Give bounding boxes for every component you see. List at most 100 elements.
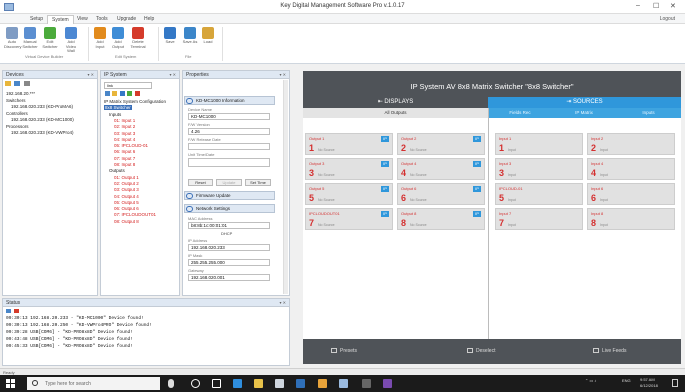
ip-tree-item[interactable]: 03: Output 3 bbox=[114, 187, 139, 192]
output-card[interactable]: Output 6 6 No Source IP bbox=[397, 183, 485, 205]
mail-icon[interactable] bbox=[296, 379, 305, 388]
output-card[interactable]: Output 1 1 No Source IP bbox=[305, 133, 393, 155]
refresh-icon[interactable] bbox=[14, 81, 21, 86]
ip-tree-item[interactable]: 02: Input 2 bbox=[114, 124, 135, 129]
pin-icon[interactable]: ▾ ✕ bbox=[280, 300, 286, 305]
output-card[interactable]: IPCLOUDOUT01 7 No Source IP bbox=[305, 208, 393, 230]
ip-tree-item[interactable]: 08: Input 8 bbox=[114, 162, 135, 167]
set-time-button[interactable]: Set Time bbox=[245, 179, 271, 186]
app-icon[interactable] bbox=[318, 379, 327, 388]
tray-icons[interactable]: ⌃ ▭ ♪ bbox=[585, 378, 596, 383]
update-time-button[interactable]: Update bbox=[216, 179, 242, 186]
device-tree-item[interactable]: Controllers bbox=[6, 111, 28, 116]
subtab-source-2[interactable]: IP Matrix bbox=[552, 108, 616, 118]
output-card[interactable]: Output 4 4 No Source IP bbox=[397, 158, 485, 180]
section-device-information[interactable]: KD-MC1000 Information bbox=[184, 96, 275, 105]
section-network-settings[interactable]: Network Settings bbox=[184, 204, 275, 213]
stop-log-icon[interactable] bbox=[14, 309, 20, 313]
presets-button[interactable]: Presets bbox=[331, 348, 357, 354]
output-card[interactable]: Output 3 3 No Source IP bbox=[305, 158, 393, 180]
input-card[interactable]: IPCLOUD-01 5 Input bbox=[495, 183, 583, 205]
pin-icon[interactable]: ▾ ✕ bbox=[280, 72, 286, 77]
edge-icon[interactable] bbox=[233, 379, 242, 388]
load-button[interactable]: Load bbox=[200, 27, 216, 45]
save-button[interactable]: Save bbox=[162, 27, 178, 45]
input-card[interactable]: Input 6 6 Input bbox=[587, 183, 675, 205]
tab-help[interactable]: Help bbox=[140, 15, 158, 24]
save-icon[interactable] bbox=[119, 91, 125, 96]
add-input-button[interactable]: Add Input bbox=[92, 27, 108, 49]
edit-switcher-button[interactable]: Edit Switcher bbox=[42, 27, 58, 49]
delete-button[interactable]: Delete Terminal bbox=[130, 27, 146, 49]
output-card[interactable]: Output 2 2 No Source IP bbox=[397, 133, 485, 155]
ip-tree-item[interactable]: 06: Output 6 bbox=[114, 206, 139, 211]
settings-icon[interactable] bbox=[23, 81, 30, 86]
output-card[interactable]: Output 8 8 No Source IP bbox=[397, 208, 485, 230]
microphone-icon[interactable] bbox=[168, 379, 174, 388]
language-indicator[interactable]: ENG bbox=[622, 378, 631, 383]
input-card[interactable]: Input 2 2 Input bbox=[587, 133, 675, 155]
open-icon[interactable] bbox=[112, 91, 118, 96]
input-card[interactable]: Input 8 8 Input bbox=[587, 208, 675, 230]
photos-icon[interactable] bbox=[362, 379, 371, 388]
cortana-icon[interactable] bbox=[191, 379, 200, 388]
device-tree-item[interactable]: 192.168.20.*** bbox=[6, 91, 35, 96]
windows-start-icon[interactable] bbox=[6, 379, 16, 388]
minimize-button[interactable]: – bbox=[636, 2, 640, 9]
ip-tree-item[interactable]: Outputs bbox=[109, 168, 125, 173]
device-tree-item[interactable]: Switchers bbox=[6, 98, 26, 103]
manual-switcher-button[interactable]: Manual Switcher bbox=[22, 27, 38, 49]
ip-address-field[interactable]: 192.168.020.233 bbox=[188, 244, 270, 251]
device-tree-item[interactable]: Processors bbox=[6, 124, 29, 129]
system-select[interactable]: link bbox=[104, 82, 152, 89]
input-card[interactable]: Input 1 1 Input bbox=[495, 133, 583, 155]
unit-time-field[interactable] bbox=[188, 158, 270, 167]
clock-time[interactable]: 9:57 AM bbox=[640, 377, 655, 382]
task-view-icon[interactable] bbox=[212, 379, 221, 388]
ip-tree-item[interactable]: 06: Input 6 bbox=[114, 149, 135, 154]
save-as-button[interactable]: Save As bbox=[182, 27, 198, 45]
tab-setup[interactable]: Setup bbox=[26, 15, 47, 24]
taskbar-search[interactable]: Type here for search bbox=[27, 377, 160, 390]
ip-tree-item[interactable]: 05: IPCLOUD-01 bbox=[114, 143, 148, 148]
remove-icon[interactable] bbox=[134, 91, 140, 96]
reset-button[interactable]: Reset bbox=[188, 179, 213, 186]
store-icon[interactable] bbox=[275, 379, 284, 388]
add-icon[interactable] bbox=[127, 91, 133, 96]
output-card[interactable]: Output 5 5 No Source IP bbox=[305, 183, 393, 205]
pin-icon[interactable]: ▾ ✕ bbox=[88, 72, 94, 77]
live-feeds-button[interactable]: Live Feeds bbox=[593, 348, 626, 354]
ip-tree-item[interactable]: 05: Output 5 bbox=[114, 200, 139, 205]
ip-tree-item[interactable]: 8x8 Switcher bbox=[104, 105, 132, 111]
device-name-field[interactable]: KD-MC1000 bbox=[188, 113, 270, 120]
subtab-all-outputs[interactable]: All Outputs bbox=[303, 108, 488, 118]
ip-tree-item[interactable]: Inputs bbox=[109, 112, 121, 117]
file-explorer-icon[interactable] bbox=[254, 379, 263, 388]
ip-tree-item[interactable]: IP Matrix System Configuration bbox=[104, 99, 166, 104]
tab-displays[interactable]: ⇤ DISPLAYS bbox=[303, 97, 488, 108]
video-wall-button[interactable]: Add Video Wall bbox=[63, 27, 79, 54]
properties-scrollbar[interactable] bbox=[283, 80, 288, 294]
tab-system[interactable]: System bbox=[47, 15, 74, 24]
close-button[interactable]: ✕ bbox=[670, 2, 676, 10]
notification-icon[interactable] bbox=[672, 379, 678, 387]
add-output-button[interactable]: Add Output bbox=[110, 27, 126, 49]
ip-tree-item[interactable]: 02: Output 2 bbox=[114, 181, 139, 186]
folder-icon[interactable] bbox=[5, 81, 11, 86]
tab-upgrade[interactable]: Upgrade bbox=[113, 15, 140, 24]
device-tree-item[interactable]: 192.168.020.233 (KD-ProMA6) bbox=[11, 104, 73, 109]
deselect-button[interactable]: Deselect bbox=[467, 348, 495, 354]
new-icon[interactable] bbox=[105, 91, 110, 96]
subtab-source-1[interactable]: Fields Rec bbox=[488, 108, 552, 118]
maximize-button[interactable]: ☐ bbox=[653, 2, 659, 10]
ip-tree-item[interactable]: 01: Output 1 bbox=[114, 175, 139, 180]
clock-date[interactable]: 6/12/2018 bbox=[640, 383, 658, 388]
tab-sources[interactable]: ⇥ SOURCES bbox=[488, 97, 681, 108]
ip-tree-item[interactable]: 04: Input 4 bbox=[114, 137, 135, 142]
input-card[interactable]: Input 7 7 Input bbox=[495, 208, 583, 230]
device-tree-item[interactable]: 192.168.020.233 (KD-MC1000) bbox=[11, 117, 74, 122]
logout-link[interactable]: Logout bbox=[660, 16, 675, 22]
gateway-field[interactable]: 192.168.020.001 bbox=[188, 274, 270, 281]
dhcp-checkbox[interactable]: DHCP bbox=[221, 231, 232, 236]
clear-log-icon[interactable] bbox=[6, 309, 11, 313]
